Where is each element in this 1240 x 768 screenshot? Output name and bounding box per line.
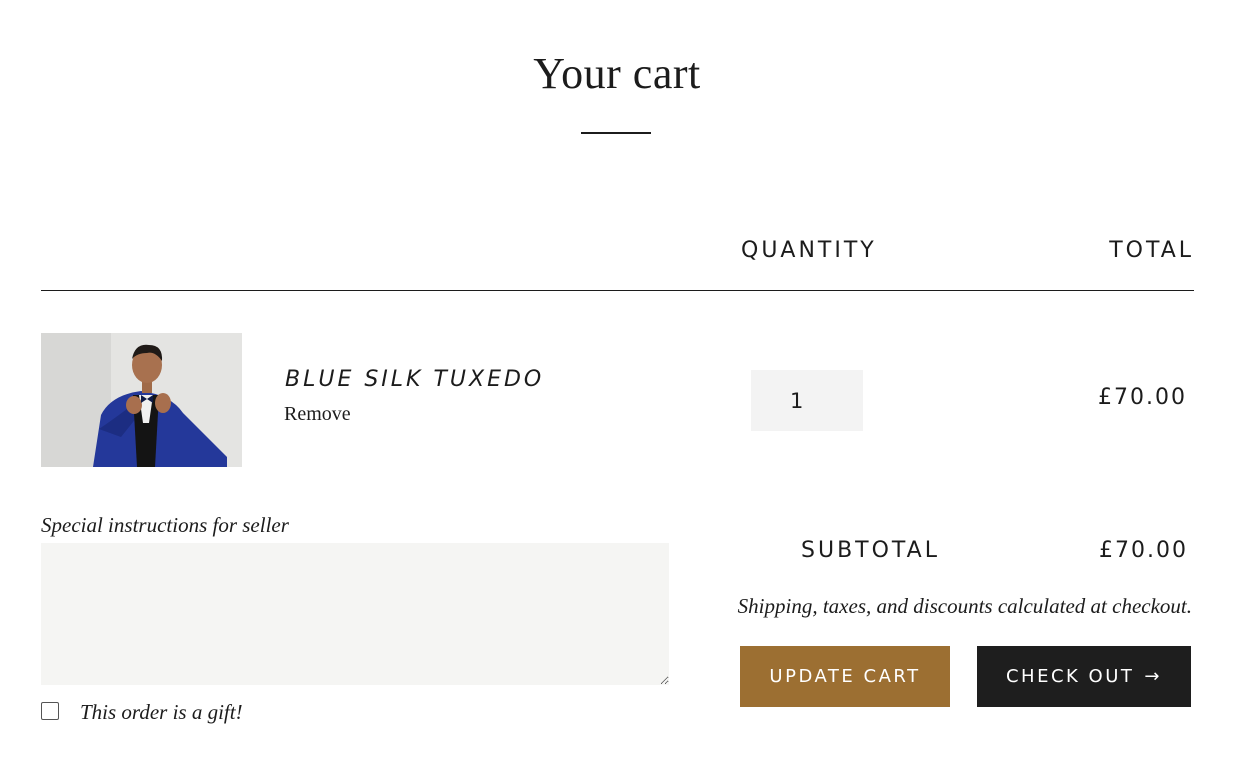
product-image[interactable] [41, 333, 242, 467]
update-cart-label: UPDATE CART [769, 666, 921, 687]
subtotal-label: SUBTOTAL [801, 538, 940, 563]
page-title: Your cart [533, 49, 701, 98]
line-item-total: £70.00 [1098, 385, 1187, 410]
gift-checkbox[interactable] [41, 702, 59, 720]
quantity-input[interactable] [751, 370, 863, 431]
check-out-button[interactable]: CHECK OUT → [977, 646, 1191, 707]
update-cart-button[interactable]: UPDATE CART [740, 646, 950, 707]
product-name-link[interactable]: BLUE SILK TUXEDO [285, 367, 544, 392]
special-instructions-label: Special instructions for seller [41, 513, 289, 537]
column-header-quantity: QUANTITY [741, 238, 877, 263]
subtotal-value: £70.00 [1099, 538, 1188, 563]
shipping-note: Shipping, taxes, and discounts calculate… [737, 594, 1192, 618]
title-divider [581, 132, 651, 134]
gift-checkbox-label[interactable]: This order is a gift! [80, 700, 243, 725]
tuxedo-photo-icon [41, 333, 242, 467]
special-instructions-textarea[interactable] [41, 543, 669, 685]
column-header-total: TOTAL [1109, 238, 1194, 263]
header-divider [41, 290, 1194, 291]
check-out-label: CHECK OUT [1005, 666, 1135, 687]
arrow-right-icon: → [1144, 666, 1162, 687]
remove-item-link[interactable]: Remove [284, 403, 351, 426]
